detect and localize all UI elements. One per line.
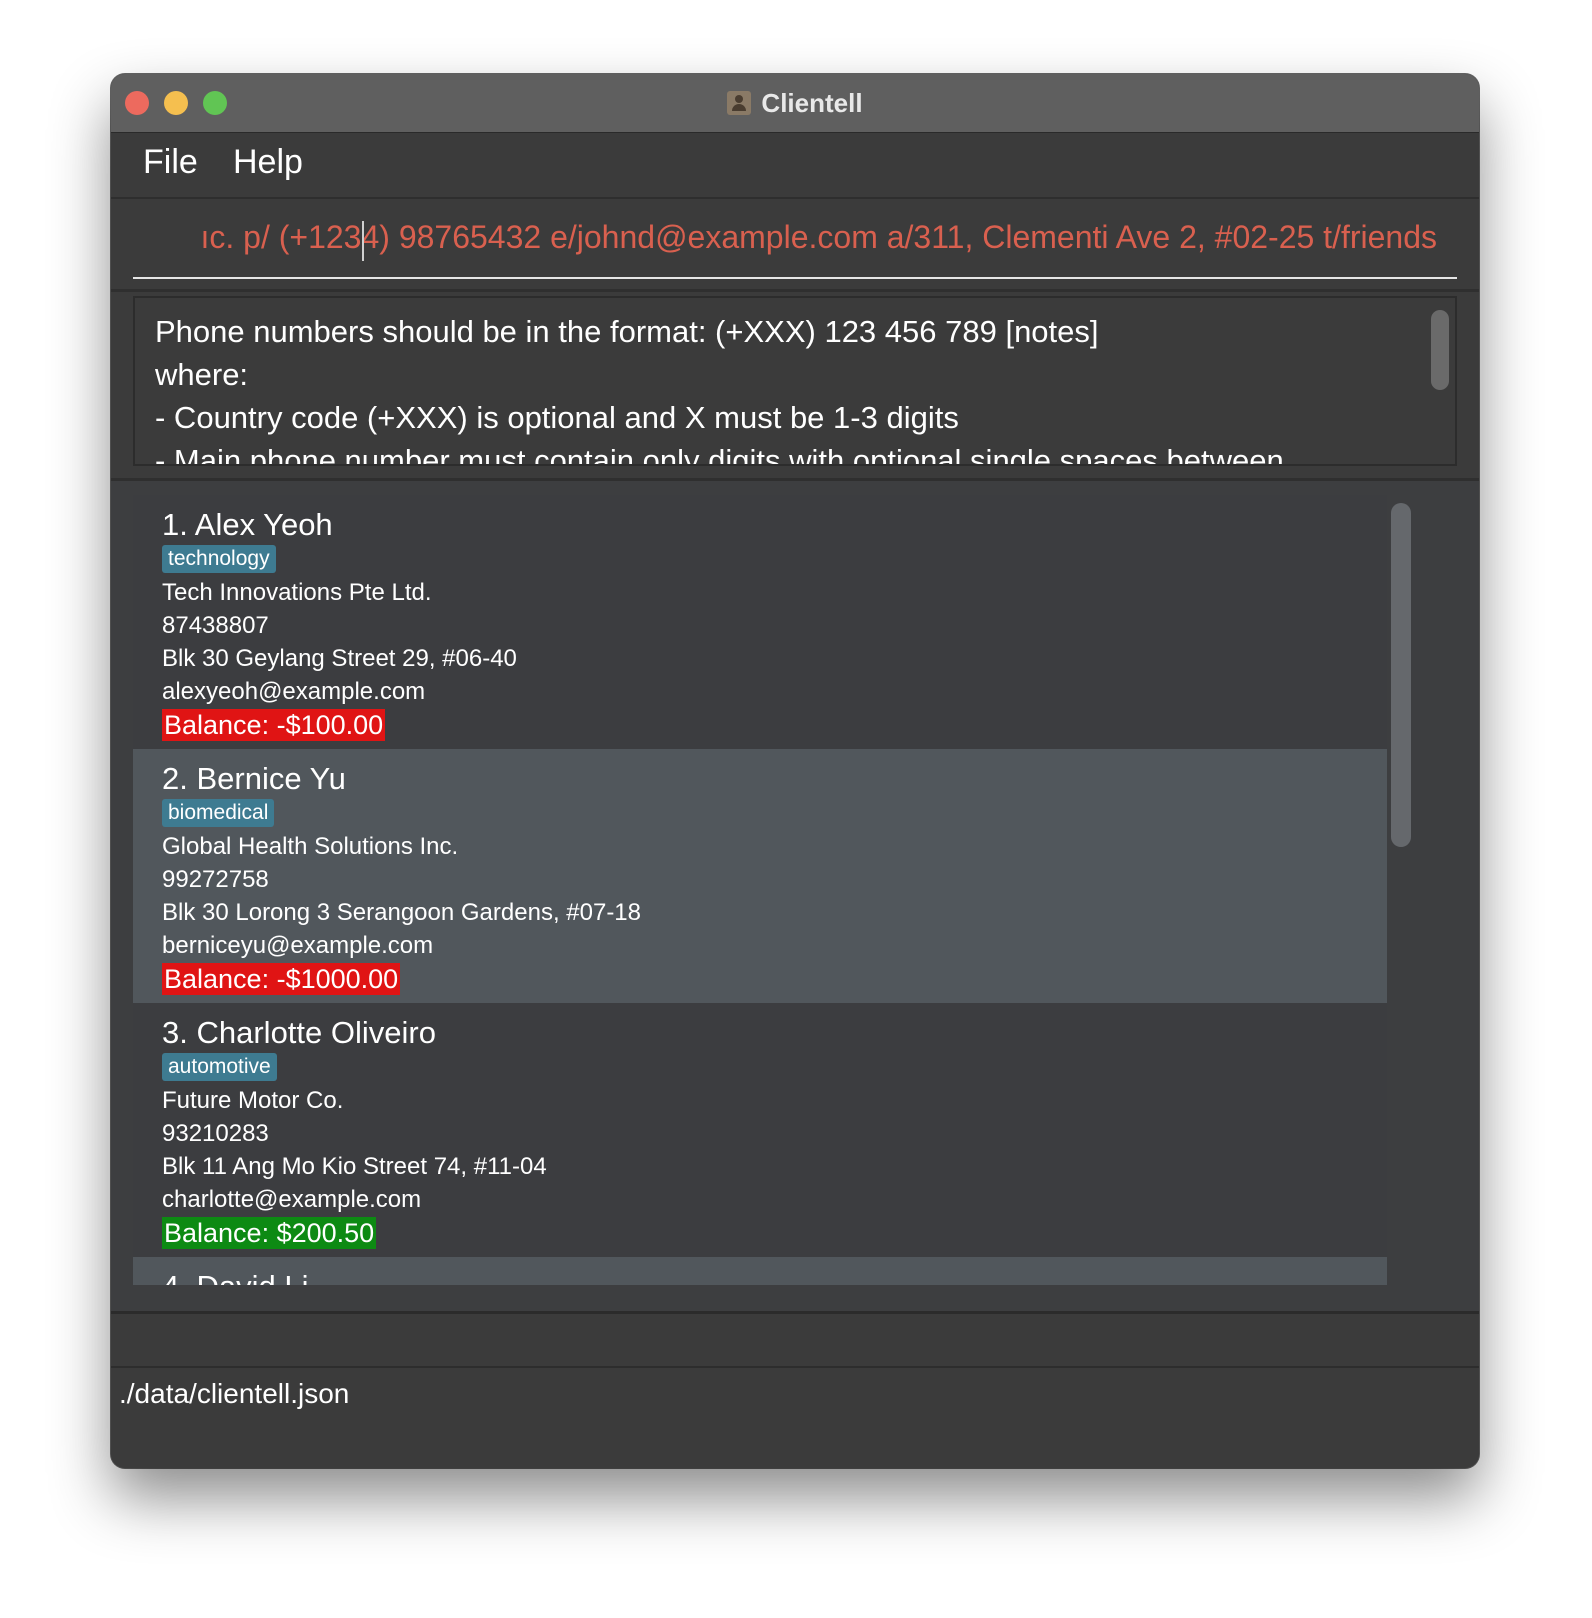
menu-help[interactable]: Help — [233, 143, 303, 182]
client-balance: Balance: -$1000.00 — [162, 963, 401, 995]
menu-bar: File Help — [111, 133, 1479, 199]
client-name: 1. Alex Yeoh — [162, 507, 333, 542]
client-name: 3. Charlotte Oliveiro — [162, 1015, 436, 1050]
client-tag: biomedical — [162, 799, 275, 827]
command-box-container: ıc. p/ (+1234) 98765432 e/johnd@example.… — [111, 199, 1479, 292]
result-line: - Main phone number must contain only di… — [155, 443, 1284, 466]
status-bar-top — [111, 1314, 1479, 1368]
result-scrollbar-thumb[interactable] — [1431, 310, 1449, 390]
client-card[interactable]: 1. Alex Yeoh technology Tech Innovations… — [133, 495, 1387, 749]
client-balance: Balance: -$100.00 — [162, 709, 386, 741]
client-card[interactable]: 4. David Li — [133, 1257, 1387, 1285]
client-company: Global Health Solutions Inc. — [162, 833, 459, 860]
client-list-panel: 1. Alex Yeoh technology Tech Innovations… — [111, 481, 1479, 1311]
result-display[interactable]: Phone numbers should be in the format: (… — [133, 296, 1457, 466]
text-caret — [362, 221, 364, 261]
client-address: Blk 30 Lorong 3 Serangoon Gardens, #07-1… — [162, 899, 642, 926]
client-name: 4. David Li — [162, 1269, 1387, 1285]
client-email: alexyeoh@example.com — [162, 678, 426, 705]
window-title: Clientell — [761, 87, 863, 118]
result-line: where: — [155, 357, 249, 392]
status-bar: ./data/clientell.json — [111, 1368, 1479, 1468]
client-phone: 99272758 — [162, 866, 269, 893]
client-email: berniceyu@example.com — [162, 932, 434, 959]
result-line: - Country code (+XXX) is optional and X … — [155, 400, 959, 435]
client-card[interactable]: 2. Bernice Yu biomedical Global Health S… — [133, 749, 1387, 1003]
client-address: Blk 30 Geylang Street 29, #06-40 — [162, 645, 517, 672]
client-company: Tech Innovations Pte Ltd. — [162, 579, 432, 606]
client-phone: 87438807 — [162, 612, 269, 639]
data-file-path: ./data/clientell.json — [119, 1378, 350, 1409]
client-list[interactable]: 1. Alex Yeoh technology Tech Innovations… — [133, 495, 1387, 1285]
client-company: Future Motor Co. — [162, 1087, 344, 1114]
result-display-container: Phone numbers should be in the format: (… — [111, 292, 1479, 481]
command-input[interactable]: ıc. p/ (+1234) 98765432 e/johnd@example.… — [133, 199, 1457, 279]
command-input-text: ıc. p/ (+1234) 98765432 e/johnd@example.… — [200, 219, 1437, 255]
title-bar[interactable]: Clientell — [111, 74, 1479, 133]
client-phone: 93210283 — [162, 1120, 269, 1147]
client-address: Blk 11 Ang Mo Kio Street 74, #11-04 — [162, 1153, 547, 1180]
app-window: Clientell File Help ıc. p/ (+1234) 98765… — [111, 74, 1479, 1468]
result-line: Phone numbers should be in the format: (… — [155, 314, 1099, 349]
client-tag: automotive — [162, 1053, 277, 1081]
client-name: 2. Bernice Yu — [162, 761, 346, 796]
client-card[interactable]: 3. Charlotte Oliveiro automotive Future … — [133, 1003, 1387, 1257]
client-balance: Balance: $200.50 — [162, 1217, 377, 1249]
client-tag: technology — [162, 545, 276, 573]
client-list-scrollbar-thumb[interactable] — [1391, 503, 1411, 847]
window-title-group: Clientell — [111, 74, 1479, 132]
menu-file[interactable]: File — [143, 143, 198, 182]
contact-book-icon — [727, 91, 752, 115]
client-email: charlotte@example.com — [162, 1186, 422, 1213]
